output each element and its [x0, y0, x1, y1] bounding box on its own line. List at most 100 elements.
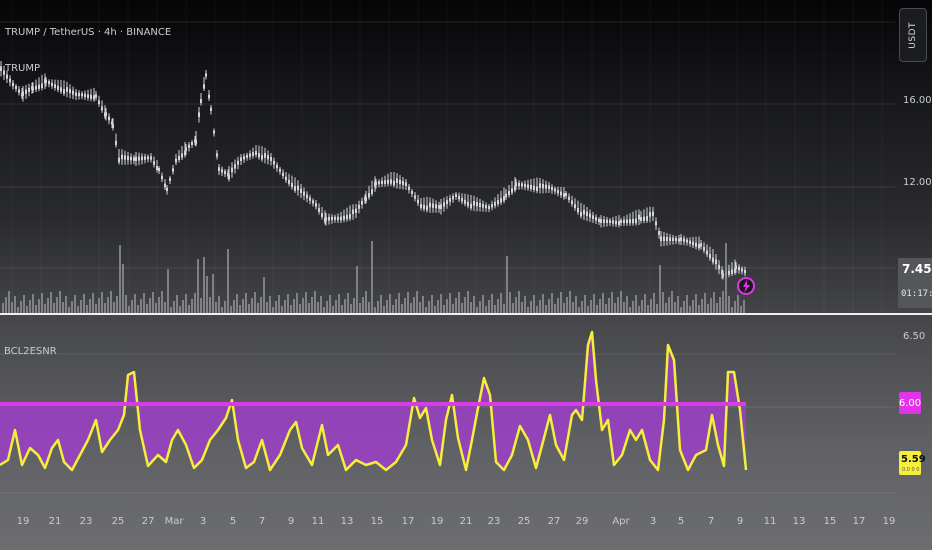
volume-bar	[35, 305, 37, 313]
date-label: 7	[258, 516, 266, 527]
candle	[443, 202, 445, 207]
candle	[411, 191, 413, 194]
volume-bar	[224, 301, 226, 313]
candle	[60, 87, 62, 92]
candle	[629, 219, 631, 224]
candle	[127, 156, 129, 161]
volume-bar	[353, 298, 355, 313]
volume-bar	[113, 302, 115, 313]
candle	[355, 208, 357, 213]
candle	[738, 266, 740, 271]
candle	[346, 214, 348, 220]
candle	[488, 206, 490, 209]
candle	[511, 188, 513, 193]
symbol-title[interactable]: TRUMP / TetherUS · 4h · BINANCE	[5, 27, 171, 38]
volume-bar	[422, 296, 424, 313]
candle	[57, 85, 59, 90]
volume-bar	[89, 299, 91, 313]
volume-bar	[695, 294, 697, 313]
volume-bar	[419, 302, 421, 313]
candle	[423, 204, 425, 210]
currency-button[interactable]: USDT	[899, 8, 927, 62]
pane-divider[interactable]	[0, 313, 932, 315]
date-axis[interactable]: 19 21 23 25 27 Mar 3 5 7 9 11 13 15 17 19 21 23 25 27 29 Apr…	[0, 500, 932, 550]
volume-bar	[179, 306, 181, 313]
candle	[228, 174, 230, 180]
volume-bar	[92, 293, 94, 313]
volume-bar	[524, 296, 526, 313]
candle	[429, 202, 431, 208]
volume-bar	[182, 300, 184, 313]
candle	[285, 176, 287, 181]
volume-bar	[416, 291, 418, 313]
volume-bar	[251, 298, 253, 313]
candle	[731, 269, 733, 274]
volume-bar	[671, 291, 673, 313]
volume-bar	[2, 303, 4, 313]
candle	[658, 231, 660, 235]
volume-bar	[146, 304, 148, 313]
volume-bar	[191, 299, 193, 313]
volume-bar	[14, 296, 16, 313]
volume-bar	[470, 302, 472, 313]
candle	[438, 205, 440, 209]
candle	[349, 214, 351, 219]
volume-bar	[539, 300, 541, 313]
candle	[479, 203, 481, 207]
candle	[306, 194, 308, 199]
candle	[589, 213, 591, 218]
indicator-name[interactable]: BCL2ESNR	[4, 346, 57, 357]
date-label: 3	[199, 516, 207, 527]
indicator-tick-650: 6.50	[903, 331, 926, 342]
candle	[744, 269, 746, 274]
volume-bar	[692, 300, 694, 313]
volume-bar	[239, 305, 241, 313]
volume-bar	[110, 291, 112, 313]
candle	[405, 182, 407, 186]
volume-bar	[662, 292, 664, 313]
candle	[6, 74, 8, 79]
volume-bar	[713, 292, 715, 313]
volume-bar	[557, 298, 559, 313]
candle	[632, 218, 634, 224]
volume-bar	[134, 294, 136, 313]
date-label: Apr	[612, 516, 630, 527]
volume-bar	[452, 304, 454, 313]
volume-bar	[161, 291, 163, 313]
candle	[470, 203, 472, 209]
date-label: 7	[707, 516, 715, 527]
candle	[158, 168, 160, 171]
volume-bar	[545, 305, 547, 313]
volume-bar	[41, 293, 43, 313]
candle	[473, 201, 475, 206]
candle	[150, 156, 152, 160]
date-label: 15	[370, 516, 384, 527]
volume-bar	[131, 300, 133, 313]
candle	[231, 167, 233, 173]
volume-bar	[23, 295, 25, 313]
volume-bar	[587, 306, 589, 313]
candle	[666, 237, 668, 241]
volume-bar	[473, 296, 475, 313]
volume-bar	[344, 299, 346, 313]
candle	[224, 171, 226, 174]
candle	[234, 164, 236, 169]
candle	[352, 209, 354, 215]
candle	[213, 130, 215, 134]
volume-bar	[320, 296, 322, 313]
candle	[706, 250, 708, 255]
candle	[586, 211, 588, 216]
volume-bar	[74, 295, 76, 313]
date-label: 23	[487, 516, 501, 527]
volume-bar	[494, 305, 496, 313]
volume-bar	[491, 294, 493, 313]
volume-bar	[137, 305, 139, 313]
date-label: 11	[763, 516, 777, 527]
indicator-sub-value: 0.0 0 0	[902, 467, 920, 473]
candle	[255, 151, 257, 155]
volume-bar	[398, 293, 400, 313]
chart-canvas[interactable]	[0, 0, 932, 550]
volume-bar	[533, 295, 535, 313]
volume-bar	[647, 305, 649, 313]
candle	[660, 236, 662, 241]
